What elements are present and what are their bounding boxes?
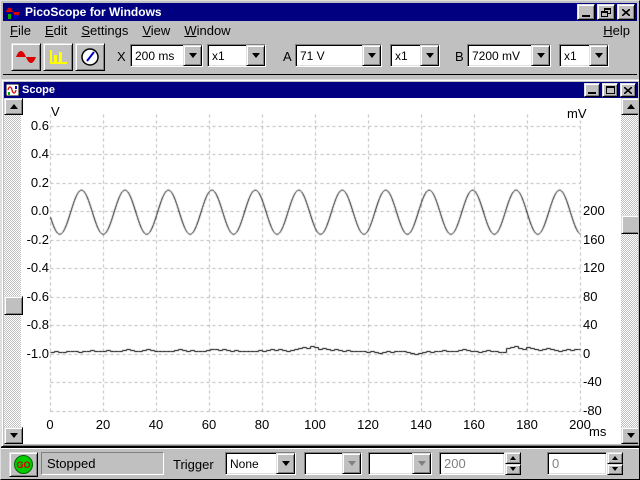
scope-plot-canvas[interactable] xyxy=(21,98,623,444)
close-button[interactable] xyxy=(617,4,635,20)
x-multiplier-select[interactable]: x1 xyxy=(207,44,266,67)
spinner-up-icon xyxy=(510,455,516,460)
menu-bar: File Edit Settings View Window Help xyxy=(3,21,637,41)
scope-view-icon xyxy=(16,50,36,63)
channel-b-range-value: 7200 mV xyxy=(472,48,521,63)
scope-view-button[interactable] xyxy=(11,43,41,71)
scope-window: Scope V mV ms 0.6 0.4 0.2 0.0 -0.2 -0.4 … xyxy=(1,79,639,447)
trigger-channel-select xyxy=(304,452,362,475)
spinner-up-icon xyxy=(612,455,618,460)
arrow-down-icon xyxy=(626,433,635,438)
go-label: GO xyxy=(16,459,31,470)
trigger-delay-value: 0 xyxy=(552,456,560,471)
toolbar: X 200 ms x1 A 71 V x1 B 7200 mV x1 xyxy=(3,40,637,75)
channel-b-multiplier-value: x1 xyxy=(564,48,577,63)
scope-minimize-button[interactable] xyxy=(584,83,600,97)
title-bar[interactable]: PicoScope for Windows xyxy=(3,3,637,21)
status-bar: GO Stopped Trigger None 200 0 xyxy=(1,447,639,479)
spinner-up-button[interactable] xyxy=(505,452,521,464)
trigger-label: Trigger xyxy=(173,457,214,472)
minimize-icon xyxy=(582,14,590,17)
x-multiplier-value: x1 xyxy=(212,48,225,63)
timebase-value: 200 ms xyxy=(135,48,175,63)
menu-edit[interactable]: Edit xyxy=(38,21,74,40)
trigger-mode-select[interactable]: None xyxy=(225,452,296,475)
picoscope-main-window: PicoScope for Windows File Edit Settings… xyxy=(0,0,640,480)
minimize-icon xyxy=(588,92,596,94)
spinner-down-button[interactable] xyxy=(505,463,521,475)
spectrum-view-icon xyxy=(50,50,67,64)
scope-title-bar[interactable]: Scope xyxy=(4,82,638,98)
close-icon xyxy=(622,8,630,16)
arrow-up-icon xyxy=(626,104,635,109)
combo-arrow-icon xyxy=(342,453,361,474)
channel-a-scrollbar[interactable] xyxy=(4,98,23,444)
go-button[interactable]: GO xyxy=(9,452,38,477)
channel-a-range-select[interactable]: 71 V xyxy=(295,44,382,67)
scope-maximize-button[interactable] xyxy=(602,83,618,97)
combo-arrow-icon[interactable] xyxy=(246,45,265,66)
status-text: Stopped xyxy=(47,456,96,471)
trigger-direction-select xyxy=(368,452,432,475)
spectrum-view-button[interactable] xyxy=(43,43,73,71)
combo-arrow-icon[interactable] xyxy=(276,453,295,474)
scroll-down-button[interactable] xyxy=(621,427,638,444)
minimize-button[interactable] xyxy=(577,4,595,20)
meter-view-icon xyxy=(81,47,99,66)
spinner-down-button[interactable] xyxy=(607,463,623,475)
spinner-down-icon xyxy=(510,467,516,472)
combo-arrow-icon xyxy=(412,453,431,474)
close-icon xyxy=(624,86,632,94)
trigger-threshold-spinner[interactable] xyxy=(505,452,521,475)
scrollbar-thumb[interactable] xyxy=(621,215,638,234)
restore-icon xyxy=(601,7,611,17)
channel-b-range-select[interactable]: 7200 mV xyxy=(467,44,551,67)
trigger-threshold-value: 200 xyxy=(444,456,466,471)
channel-b-label: B xyxy=(455,49,464,64)
channel-b-scrollbar[interactable] xyxy=(621,98,638,444)
maximize-icon xyxy=(605,86,615,94)
combo-arrow-icon[interactable] xyxy=(589,45,608,66)
menu-file[interactable]: File xyxy=(3,21,38,40)
menu-settings[interactable]: Settings xyxy=(74,21,135,40)
timebase-label: X xyxy=(117,49,126,64)
timebase-select[interactable]: 200 ms xyxy=(130,44,203,67)
combo-arrow-icon[interactable] xyxy=(183,45,202,66)
meter-view-button[interactable] xyxy=(75,43,105,71)
menu-help[interactable]: Help xyxy=(596,21,637,40)
scope-icon xyxy=(6,84,19,96)
menu-window[interactable]: Window xyxy=(177,21,237,40)
channel-a-multiplier-select[interactable]: x1 xyxy=(390,44,440,67)
status-panel: Stopped xyxy=(41,452,164,475)
trigger-delay-field: 0 xyxy=(547,452,607,475)
channel-b-multiplier-select[interactable]: x1 xyxy=(559,44,609,67)
scroll-up-button[interactable] xyxy=(621,98,638,115)
arrow-down-icon xyxy=(9,433,18,438)
channel-a-multiplier-value: x1 xyxy=(395,48,408,63)
trigger-threshold-field: 200 xyxy=(439,452,505,475)
spinner-down-icon xyxy=(612,467,618,472)
trigger-delay-spinner[interactable] xyxy=(607,452,623,475)
channel-a-label: A xyxy=(283,49,292,64)
scope-window-title: Scope xyxy=(22,84,56,96)
app-icon xyxy=(6,7,20,19)
combo-arrow-icon[interactable] xyxy=(362,45,381,66)
scope-close-button[interactable] xyxy=(620,83,636,97)
combo-arrow-icon[interactable] xyxy=(420,45,439,66)
combo-arrow-icon[interactable] xyxy=(531,45,550,66)
menu-view[interactable]: View xyxy=(135,21,177,40)
scope-plot-area: V mV ms 0.6 0.4 0.2 0.0 -0.2 -0.4 -0.6 -0.8 -1.0… xyxy=(4,98,638,444)
arrow-up-icon xyxy=(9,104,18,109)
trigger-mode-value: None xyxy=(230,456,259,471)
spinner-up-button[interactable] xyxy=(607,452,623,464)
restore-button[interactable] xyxy=(597,4,615,20)
channel-a-range-value: 71 V xyxy=(300,48,325,63)
window-title: PicoScope for Windows xyxy=(25,5,162,19)
go-indicator: GO xyxy=(14,455,33,474)
